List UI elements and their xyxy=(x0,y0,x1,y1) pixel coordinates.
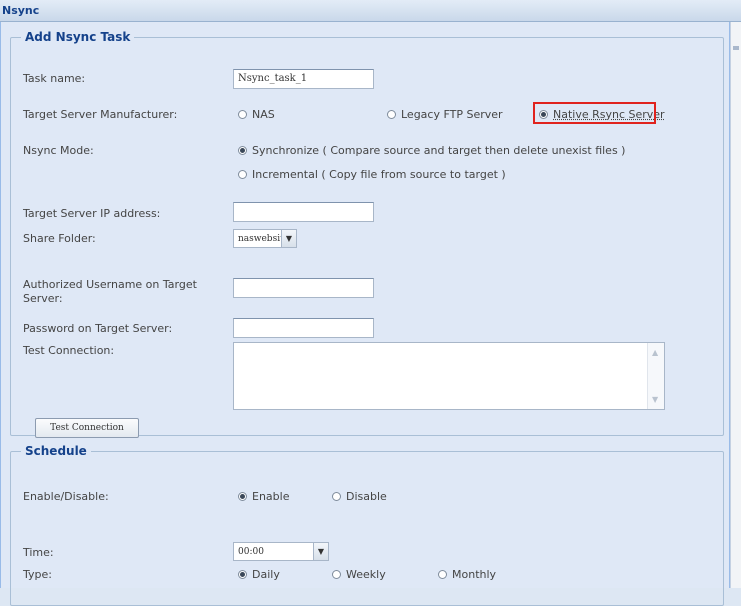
window-titlebar: Nsync xyxy=(0,0,741,22)
task-name-label: Task name: xyxy=(23,72,86,85)
test-connection-button[interactable]: Test Connection xyxy=(35,418,139,438)
time-select[interactable]: 00:00 ▼ xyxy=(233,542,329,561)
type-daily-label[interactable]: Daily xyxy=(252,568,280,581)
scroll-up-icon[interactable] xyxy=(733,46,739,50)
type-weekly-label[interactable]: Weekly xyxy=(346,568,386,581)
password-input[interactable] xyxy=(233,318,374,338)
schedule-fieldset: Schedule xyxy=(10,444,724,606)
ip-input[interactable] xyxy=(233,202,374,222)
chevron-up-icon: ▲ xyxy=(652,348,659,357)
manufacturer-label: Target Server Manufacturer: xyxy=(23,108,178,121)
chevron-down-icon[interactable]: ▼ xyxy=(313,543,328,560)
enable-label: Enable/Disable: xyxy=(23,490,109,503)
highlight-box xyxy=(533,102,656,124)
add-task-legend: Add Nsync Task xyxy=(25,30,131,44)
manufacturer-nas-radio[interactable] xyxy=(238,110,247,119)
schedule-legend: Schedule xyxy=(25,444,87,458)
schedule-enable-label[interactable]: Enable xyxy=(252,490,289,503)
manufacturer-ftp-label[interactable]: Legacy FTP Server xyxy=(401,108,503,121)
mode-synchronize-radio[interactable] xyxy=(238,146,247,155)
manufacturer-nas-label[interactable]: NAS xyxy=(252,108,275,121)
username-label: Authorized Username on Target Server: xyxy=(23,278,197,305)
main-panel: Add Nsync Task Task name: Nsync_task_1 T… xyxy=(0,22,730,606)
schedule-enable-radio[interactable] xyxy=(238,492,247,501)
password-label: Password on Target Server: xyxy=(23,322,173,335)
time-value: 00:00 xyxy=(238,547,264,557)
share-folder-select[interactable]: naswebsite ▼ xyxy=(233,229,297,248)
window-title: Nsync xyxy=(2,4,40,17)
test-connection-output[interactable]: ▲ ▼ xyxy=(233,342,665,410)
type-weekly-radio[interactable] xyxy=(332,570,341,579)
ip-label: Target Server IP address: xyxy=(23,207,161,220)
schedule-disable-label[interactable]: Disable xyxy=(346,490,387,503)
schedule-disable-radio[interactable] xyxy=(332,492,341,501)
mode-incremental-radio[interactable] xyxy=(238,170,247,179)
type-daily-radio[interactable] xyxy=(238,570,247,579)
mode-incremental-label[interactable]: Incremental ( Copy file from source to t… xyxy=(252,168,506,181)
type-label: Type: xyxy=(23,568,52,581)
mode-label: Nsync Mode: xyxy=(23,144,94,157)
chevron-down-icon: ▼ xyxy=(652,395,659,404)
manufacturer-ftp-radio[interactable] xyxy=(387,110,396,119)
username-input[interactable] xyxy=(233,278,374,298)
share-folder-label: Share Folder: xyxy=(23,232,96,245)
type-monthly-label[interactable]: Monthly xyxy=(452,568,496,581)
chevron-down-icon[interactable]: ▼ xyxy=(281,230,296,247)
test-connection-label: Test Connection: xyxy=(23,344,115,357)
task-name-input[interactable]: Nsync_task_1 xyxy=(233,69,374,89)
page-scrollbar[interactable] xyxy=(730,22,741,588)
mode-synchronize-label[interactable]: Synchronize ( Compare source and target … xyxy=(252,144,625,157)
type-monthly-radio[interactable] xyxy=(438,570,447,579)
textarea-scrollbar[interactable]: ▲ ▼ xyxy=(647,343,664,409)
time-label: Time: xyxy=(23,546,54,559)
